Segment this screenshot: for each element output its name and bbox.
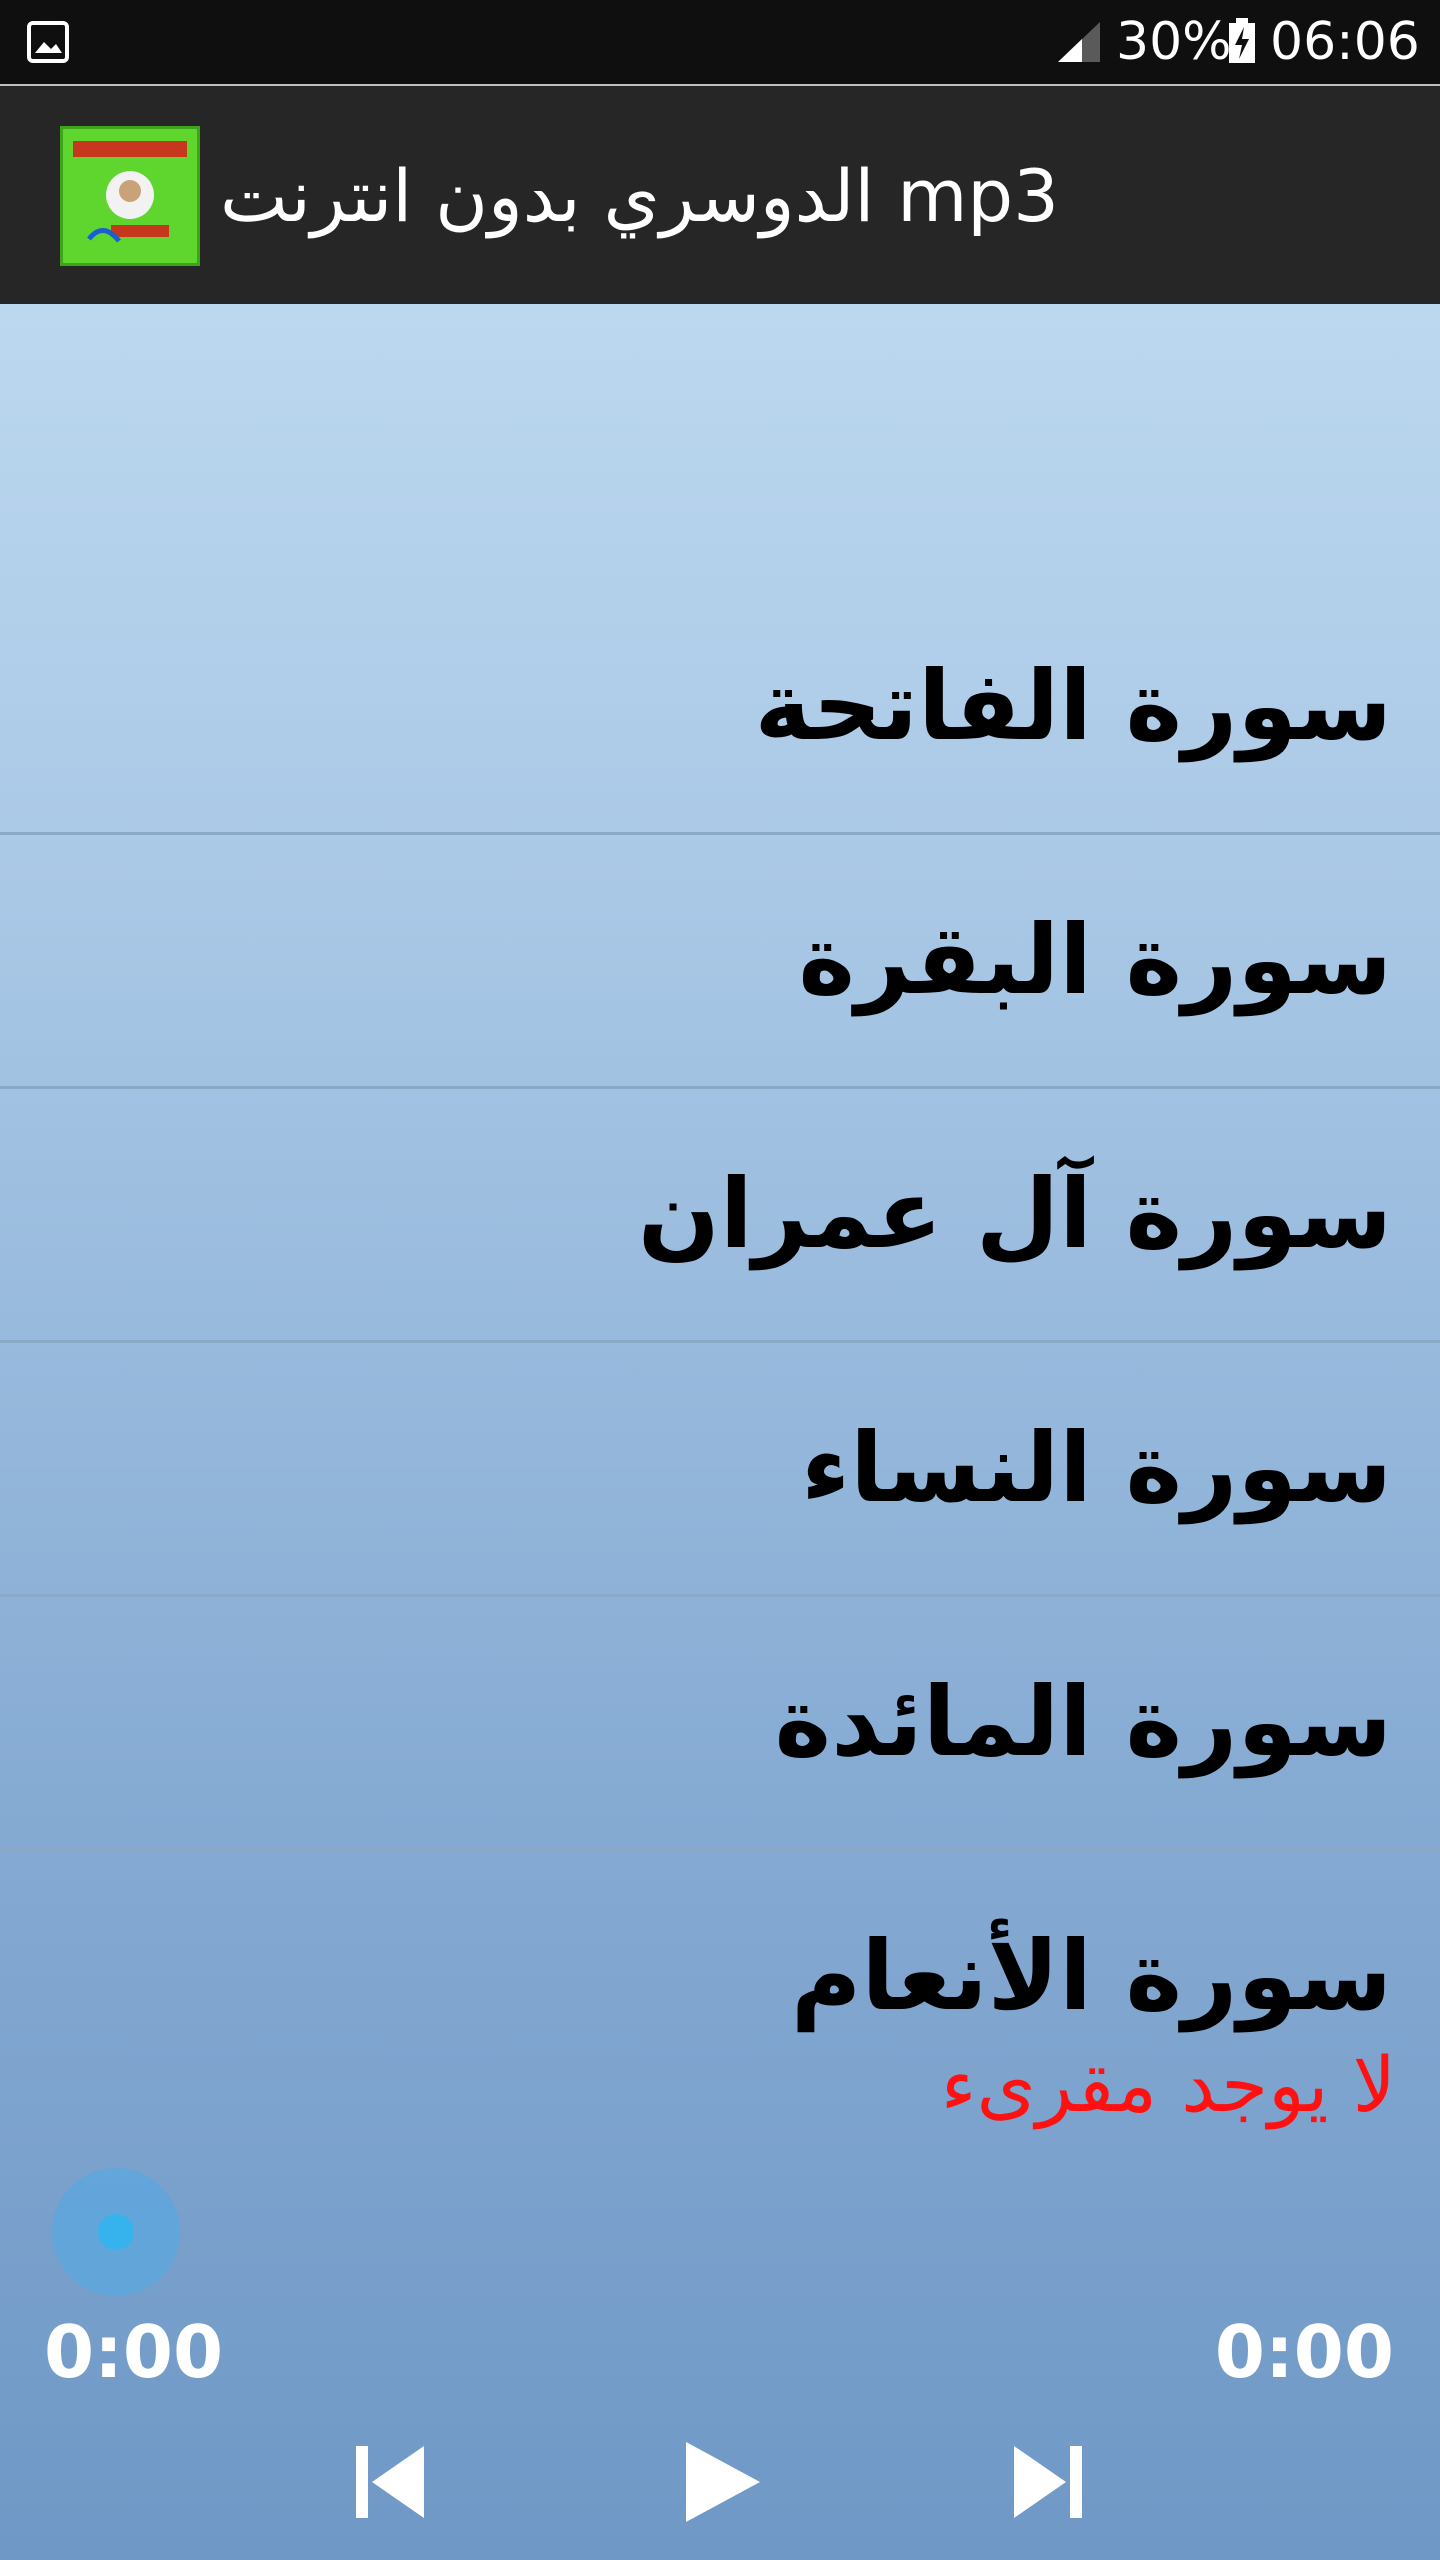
list-item[interactable]: سورة آل عمران xyxy=(0,1086,1440,1343)
list-item[interactable]: سورة النساء xyxy=(0,1340,1440,1597)
next-icon[interactable] xyxy=(1008,2438,1088,2526)
seek-bar-thumb-dot xyxy=(98,2214,134,2250)
surah-label: سورة آل عمران xyxy=(637,1158,1392,1270)
surah-label: سورة الفاتحة xyxy=(754,650,1393,762)
surah-label: سورة المائدة xyxy=(774,1666,1392,1778)
battery-percent: 30% xyxy=(1116,12,1232,72)
clock: 06:06 xyxy=(1270,12,1420,72)
previous-icon[interactable] xyxy=(350,2438,430,2526)
app-logo-icon[interactable] xyxy=(60,126,200,266)
surah-label: سورة البقرة xyxy=(798,904,1392,1016)
gallery-icon xyxy=(27,21,69,63)
app-logo-artwork xyxy=(73,141,187,243)
battery-charging-icon xyxy=(1229,18,1255,63)
total-time: 0:00 xyxy=(1214,2310,1394,2394)
list-item[interactable]: سورة البقرة xyxy=(0,832,1440,1089)
list-item[interactable]: سورة الفاتحة xyxy=(0,578,1440,835)
seek-bar-thumb[interactable] xyxy=(52,2168,180,2296)
signal-icon xyxy=(1058,22,1100,62)
app-bar: الدوسري بدون انترنت mp3 xyxy=(0,84,1440,304)
surah-label: سورة النساء xyxy=(801,1412,1392,1524)
surah-label: سورة الأنعام xyxy=(791,1920,1392,2032)
play-icon[interactable] xyxy=(676,2438,766,2526)
elapsed-time: 0:00 xyxy=(44,2310,224,2394)
list-item[interactable]: سورة المائدة xyxy=(0,1594,1440,1851)
app-title: الدوسري بدون انترنت mp3 xyxy=(220,154,1059,238)
player-status-text: لا يوجد مقرىء xyxy=(940,2040,1396,2129)
status-bar: 30% 06:06 xyxy=(0,0,1440,84)
